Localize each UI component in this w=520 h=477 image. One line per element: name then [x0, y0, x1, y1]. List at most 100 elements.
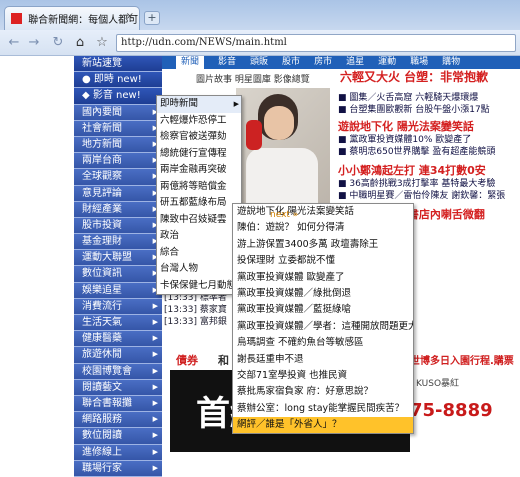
- sidebar-item[interactable]: 股市投資▶: [74, 217, 162, 235]
- close-tab-icon[interactable]: ×: [126, 11, 134, 22]
- back-arrow-icon[interactable]: ←: [6, 35, 22, 51]
- sidebar-item[interactable]: 閱讀藝文 ▶: [74, 379, 162, 396]
- menu-item[interactable]: 卡保保健七月動態: [157, 278, 241, 295]
- sidebar: 新站速覽● 即時 new!◆ 影音 new!國內要聞▶社會新聞▶地方新聞▶兩岸台…: [74, 56, 162, 477]
- menu-item[interactable]: 陳致中召妓疑雲: [157, 212, 241, 229]
- submenu-item[interactable]: 蔡批馬家宿負家 府：好意思說？: [233, 384, 413, 400]
- sidebar-item-label: 娛樂追星: [82, 284, 122, 296]
- submenu-item[interactable]: 黨政軍投資媒體／學者：這種開放問題更大: [233, 319, 413, 335]
- sidebar-item[interactable]: 財經產業▶: [74, 201, 162, 218]
- reload-icon[interactable]: ↻: [50, 35, 66, 51]
- news-link[interactable]: ■ 圖集／火舌高窟 六輕騎天爆環爆: [338, 92, 520, 104]
- sidebar-item[interactable]: 國內要聞▶: [74, 104, 162, 121]
- news-link[interactable]: ■ 36高齡挑戰3成打擊率 基特最大考驗: [338, 178, 520, 190]
- sidebar-item-label: 地方新聞: [82, 138, 122, 150]
- sidebar-item[interactable]: 社會新聞▶: [74, 120, 162, 137]
- nav-item[interactable]: 股市: [282, 56, 300, 69]
- address-bar[interactable]: http://udn.com/NEWS/main.html: [116, 34, 516, 52]
- submenu-item[interactable]: 遊說地下化 陽光法案變笑話: [233, 204, 413, 220]
- sidebar-item-label: 進修線上: [82, 446, 122, 458]
- browser-toolbar: ← → ↻ ⌂ ☆ http://udn.com/NEWS/main.html: [0, 30, 520, 56]
- menu-item[interactable]: 兩岸金融再突破: [157, 162, 241, 179]
- menu-item-label: 政治: [160, 230, 180, 241]
- menu-item[interactable]: 綜合▶: [157, 245, 241, 262]
- submenu-item[interactable]: 黨政軍投資媒體 歐變產了: [233, 270, 413, 286]
- submenu-item[interactable]: 游上游保置3400多萬 政壇壽除王: [233, 237, 413, 253]
- sidebar-item[interactable]: 進修線上 ▶: [74, 444, 162, 461]
- menu-item[interactable]: 台灣人物▶: [157, 261, 241, 278]
- chevron-right-icon: ▶: [152, 366, 158, 375]
- timestamp-news-link[interactable]: [13:33] 富邦銀: [164, 316, 234, 328]
- sub-headline[interactable]: 小小鄭鴻起左打 連34打數0安: [338, 162, 520, 178]
- menu-item[interactable]: 總統健行宣傳程: [157, 146, 241, 163]
- menu-item-label: 六輕爆炸恐停工: [160, 114, 227, 126]
- promo-tab-and[interactable]: 和: [218, 352, 229, 368]
- submenu-item[interactable]: 陳伯：遊說？ 如何分得清: [233, 220, 413, 236]
- menu-item-label: 即時新聞: [160, 98, 199, 109]
- news-link[interactable]: ■ 蔡明忠650世界購擊 盈有超產能競頭: [338, 146, 520, 158]
- sidebar-item-label: 股市投資: [82, 219, 122, 231]
- promo-tab-bonds[interactable]: 債券: [176, 352, 198, 368]
- news-link[interactable]: ■ 中職明星賽／雷怡伶陳友 謝欽馨：緊張: [338, 190, 520, 202]
- sidebar-item[interactable]: 旅遊休閒 ▶: [74, 347, 162, 364]
- menu-item[interactable]: 六輕爆炸恐停工: [157, 113, 241, 130]
- browser-tab[interactable]: 聯合新聞網：每個人都可... ×: [4, 6, 140, 30]
- side-text[interactable]: KUSO暴紅: [416, 376, 459, 389]
- menu-item[interactable]: 檢察官被送彈劾: [157, 129, 241, 146]
- nav-item[interactable]: 頭販: [250, 56, 268, 69]
- sidebar-item[interactable]: 新站速覽: [74, 56, 162, 73]
- sidebar-item[interactable]: 職場行家 ▶: [74, 460, 162, 477]
- submenu-item[interactable]: 網評／誰是「外省人」？: [233, 417, 413, 434]
- promo-link[interactable]: 世博多日入園行程.購票: [410, 352, 514, 367]
- sub-headline[interactable]: 遊說地下化 陽光法案變笑話: [338, 118, 520, 134]
- home-icon[interactable]: ⌂: [72, 35, 88, 51]
- submenu-item[interactable]: 烏瑪調查 不確約魚台等敏感區: [233, 335, 413, 351]
- sidebar-item[interactable]: 意見評論▶: [74, 185, 162, 202]
- sidebar-item[interactable]: 運動大聯盟▶: [74, 250, 162, 267]
- forward-arrow-icon[interactable]: →: [26, 35, 42, 51]
- submenu-item[interactable]: 黨政軍投資媒體／藍挺綠嗆: [233, 302, 413, 318]
- sidebar-item[interactable]: 聯合書報攤 ▶: [74, 395, 162, 413]
- sidebar-item[interactable]: ◆ 影音 new!: [74, 88, 162, 105]
- nav-item[interactable]: 房市: [314, 56, 332, 69]
- sidebar-item[interactable]: 娛樂追星▶: [74, 282, 162, 299]
- submenu-item[interactable]: 蔡辦公室：long stay能掌握民間疾苦？: [233, 401, 413, 417]
- sidebar-item[interactable]: 兩岸台商▶: [74, 153, 162, 170]
- sidebar-item[interactable]: 地方新聞▶: [74, 136, 162, 154]
- sidebar-item[interactable]: ● 即時 new!: [74, 72, 162, 89]
- submenu-item[interactable]: 交部71室學投資 也推民資: [233, 368, 413, 384]
- photo-caption[interactable]: 圖片故事 明星圖庫 影像總覽: [196, 72, 310, 85]
- menu-item[interactable]: 即時新聞 ▶: [157, 96, 241, 113]
- news-link[interactable]: ■ 台塑集團歐觀新 台股午盤小漲17點: [338, 104, 520, 116]
- submenu-item[interactable]: 投保理財 立委都說不懂: [233, 253, 413, 269]
- submenu: 遊說地下化 陽光法案變笑話 陳伯：遊說？ 如何分得清 游上游保置3400多萬 政壇壽…: [232, 203, 414, 435]
- sidebar-item[interactable]: 數位資訊▶: [74, 266, 162, 283]
- sidebar-item[interactable]: 健康醫藥 ▶: [74, 331, 162, 348]
- sidebar-item-label: 生活天氣: [82, 317, 122, 328]
- sidebar-item-label: 意見評論: [82, 187, 122, 199]
- sidebar-item-label: 校園博覽會: [82, 365, 132, 377]
- news-link[interactable]: ■ 黨政軍投資媒體10% 歐變產了: [338, 134, 520, 146]
- timestamp-news-link[interactable]: [13:33] 蔡家寶: [164, 304, 234, 316]
- sidebar-item[interactable]: 數位閱讀 ▶: [74, 428, 162, 445]
- submenu-item[interactable]: 謝長廷重申不退: [233, 352, 413, 368]
- nav-item[interactable]: 影音: [218, 56, 236, 69]
- menu-item[interactable]: 政治▶: [157, 228, 241, 245]
- main-headline[interactable]: 六輕又大火 台塑：非常抱歉: [340, 68, 520, 85]
- sidebar-item-label: 運動大聯盟: [82, 252, 132, 264]
- sidebar-item[interactable]: 校園博覽會 ▶: [74, 363, 162, 380]
- new-tab-button[interactable]: +: [144, 11, 160, 25]
- chevron-right-icon: ▶: [152, 301, 158, 310]
- nav-item[interactable]: 新聞: [176, 56, 205, 69]
- menu-item[interactable]: 研五都藍綠布局: [157, 195, 241, 212]
- submenu-item[interactable]: 黨政軍投資媒體／綠批倒退: [233, 286, 413, 302]
- sidebar-item[interactable]: 生活天氣 ▶: [74, 315, 162, 332]
- sidebar-item[interactable]: 全球觀察▶: [74, 169, 162, 186]
- menu-item[interactable]: 兩億將等賠償金: [157, 179, 241, 196]
- sidebar-item[interactable]: 基金理財▶: [74, 234, 162, 251]
- sidebar-item-label: 基金理財: [82, 236, 122, 248]
- next-link[interactable]: next »: [270, 210, 298, 220]
- star-bookmark-icon[interactable]: ☆: [94, 35, 110, 51]
- sidebar-item[interactable]: 網路服務 ▶: [74, 412, 162, 429]
- sidebar-item[interactable]: 消費流行 ▶: [74, 298, 162, 315]
